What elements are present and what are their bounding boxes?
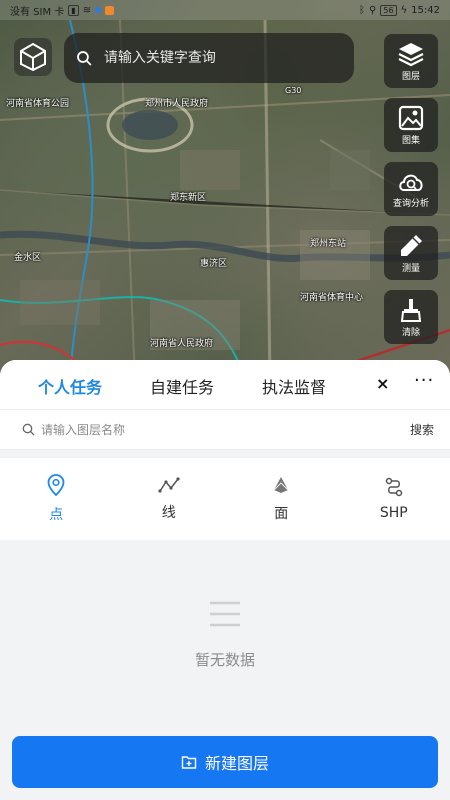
- tool-gallery-button[interactable]: 图集: [384, 98, 438, 152]
- type-label: 面: [274, 506, 289, 522]
- empty-state: 暂无数据: [0, 540, 450, 730]
- type-label: 点: [49, 507, 64, 523]
- more-icon[interactable]: ···: [414, 370, 434, 391]
- status-bar: 没有 SIM 卡 ▮ ≋ ᛒ ⚲ 56 ϟ 15:42: [0, 0, 450, 20]
- app-notification-icon: [105, 5, 115, 15]
- tab-law-enforcement-supervision[interactable]: 执法监督: [262, 374, 326, 398]
- tool-query-analysis-button[interactable]: 查询分析: [384, 162, 438, 216]
- shp-file-icon: [385, 477, 402, 497]
- tab-self-built-tasks[interactable]: 自建任务: [150, 374, 214, 398]
- query-analysis-icon: [399, 174, 423, 191]
- logo-icon: [20, 42, 46, 72]
- task-tabs: 个人任务 自建任务 执法监督 × ···: [0, 360, 450, 410]
- charging-icon: ϟ: [400, 4, 408, 16]
- empty-state-text: 暂无数据: [194, 650, 255, 669]
- type-shp[interactable]: SHP: [338, 458, 450, 540]
- layer-search-bar: 搜索: [0, 410, 450, 450]
- tool-label: 图集: [401, 135, 420, 146]
- close-icon[interactable]: ×: [376, 374, 389, 393]
- carrier-text: 没有 SIM 卡: [10, 6, 65, 18]
- wifi-icon: ≋: [82, 4, 92, 16]
- map-label: 郑东新区: [170, 193, 207, 203]
- tool-label: 查询分析: [392, 198, 429, 209]
- clear-icon: [400, 298, 422, 322]
- geometry-type-tabs: 点 线 面 SHP: [0, 458, 450, 540]
- point-location-icon: [47, 474, 65, 496]
- map-label: 郑州市人民政府: [145, 99, 209, 109]
- tab-personal-tasks[interactable]: 个人任务: [38, 374, 102, 398]
- map-label: 惠济区: [200, 259, 228, 269]
- clock: 15:42: [411, 4, 440, 16]
- type-point[interactable]: 点: [0, 458, 113, 540]
- type-label: 线: [161, 505, 176, 521]
- gallery-icon: [398, 105, 424, 130]
- map-search-input[interactable]: [103, 50, 342, 66]
- tool-label: 图层: [401, 71, 420, 82]
- sim-icon: ▮: [68, 4, 79, 16]
- map-label: 金水区: [14, 253, 42, 263]
- type-line[interactable]: 线: [113, 458, 226, 540]
- layers-icon: [398, 42, 424, 66]
- new-layer-label: 新建图层: [204, 754, 269, 773]
- task-panel: 个人任务 自建任务 执法监督 × ··· 搜索 点: [0, 360, 450, 800]
- search-icon: [22, 423, 35, 436]
- type-polygon[interactable]: 面: [225, 458, 338, 540]
- empty-list-icon: [210, 601, 240, 626]
- app-logo[interactable]: [14, 38, 52, 76]
- search-button[interactable]: 搜索: [410, 421, 434, 438]
- bluetooth-icon: ᛒ: [359, 4, 366, 16]
- road-label: G30: [285, 86, 302, 95]
- polyline-icon: [158, 477, 180, 493]
- tool-layers-button[interactable]: 图层: [384, 34, 438, 88]
- tool-label: 测量: [401, 263, 420, 274]
- map-label: 河南省体育中心: [300, 293, 364, 303]
- notification-icon: [95, 7, 102, 13]
- tool-label: 清除: [401, 327, 420, 338]
- tool-clear-button[interactable]: 清除: [384, 290, 438, 344]
- map-label: 河南省人民政府: [150, 339, 214, 349]
- location-icon: ⚲: [369, 4, 377, 16]
- tool-measure-button[interactable]: 测量: [384, 226, 438, 280]
- map-search-bar[interactable]: [64, 33, 354, 83]
- map-label: 河南省体育公园: [6, 99, 70, 109]
- map-label: 郑州东站: [310, 239, 347, 249]
- type-label: SHP: [379, 505, 408, 521]
- add-layer-icon: [181, 756, 197, 769]
- measure-icon: [401, 234, 422, 256]
- search-icon: [77, 51, 92, 66]
- new-layer-button[interactable]: 新建图层: [12, 736, 438, 788]
- battery-icon: 56: [380, 4, 397, 16]
- polygon-icon: [273, 477, 289, 493]
- layer-search-input[interactable]: [41, 422, 410, 437]
